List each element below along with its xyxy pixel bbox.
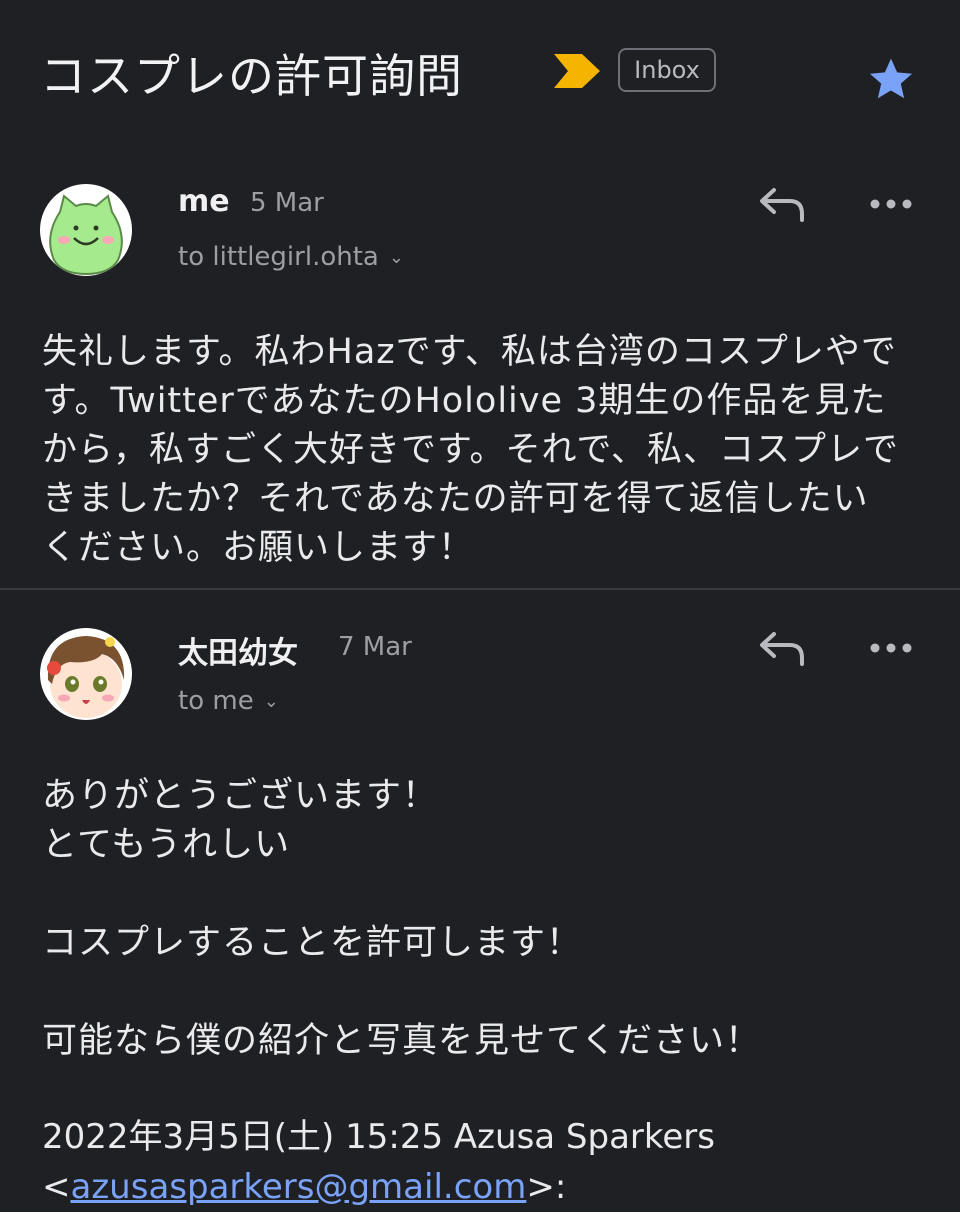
- reply-icon[interactable]: [758, 184, 808, 224]
- reply-icon[interactable]: [758, 628, 808, 668]
- anime-girl-avatar-icon: [40, 628, 132, 720]
- quoted-reply-header: 2022年3月5日(土) 15:25 Azusa Sparkers <azusa…: [42, 1112, 940, 1212]
- sender-name: me: [178, 184, 230, 219]
- recipient-details-toggle[interactable]: to littlegirl.ohta ⌄: [178, 242, 404, 272]
- recipient-text: to littlegirl.ohta: [178, 242, 379, 272]
- message-divider: [0, 588, 960, 590]
- quote-bracket-open: <: [42, 1167, 71, 1207]
- thread-subject: コスプレの許可詢問: [40, 49, 463, 103]
- sender-name: 太田幼女: [178, 636, 298, 671]
- subject-row: コスプレの許可詢問 Inbox: [40, 36, 920, 116]
- chevron-down-icon: ⌄: [263, 691, 279, 712]
- quote-date-line: 2022年3月5日(土) 15:25 Azusa Sparkers: [42, 1117, 715, 1157]
- importance-marker-icon[interactable]: [554, 54, 600, 88]
- recipient-text: to me: [178, 686, 254, 716]
- message-header: 太田幼女 7 Mar to me ⌄: [40, 628, 920, 738]
- message-header: me 5 Mar to littlegirl.ohta ⌄: [40, 184, 920, 294]
- green-blob-avatar-icon: [40, 184, 132, 276]
- message-body: ありがとうございます！ とてもうれしい コスプレすることを許可します！ 可能なら…: [42, 776, 761, 1061]
- quote-bracket-close: >:: [526, 1167, 567, 1207]
- quote-email-line: <azusasparkers@gmail.com>:: [42, 1162, 940, 1212]
- quote-email-link[interactable]: azusasparkers@gmail.com: [71, 1167, 527, 1207]
- message-date: 7 Mar: [338, 632, 412, 662]
- inbox-label-chip[interactable]: Inbox: [618, 48, 716, 92]
- more-options-icon[interactable]: [868, 636, 914, 660]
- more-options-icon[interactable]: [868, 192, 914, 216]
- recipient-details-toggle[interactable]: to me ⌄: [178, 686, 279, 716]
- message-body: 失礼します。私わHazです、私は台湾のコスプレやです。TwitterであなたのH…: [42, 332, 900, 568]
- chevron-down-icon: ⌄: [388, 247, 404, 268]
- star-icon[interactable]: [866, 54, 916, 104]
- message-date: 5 Mar: [250, 188, 324, 218]
